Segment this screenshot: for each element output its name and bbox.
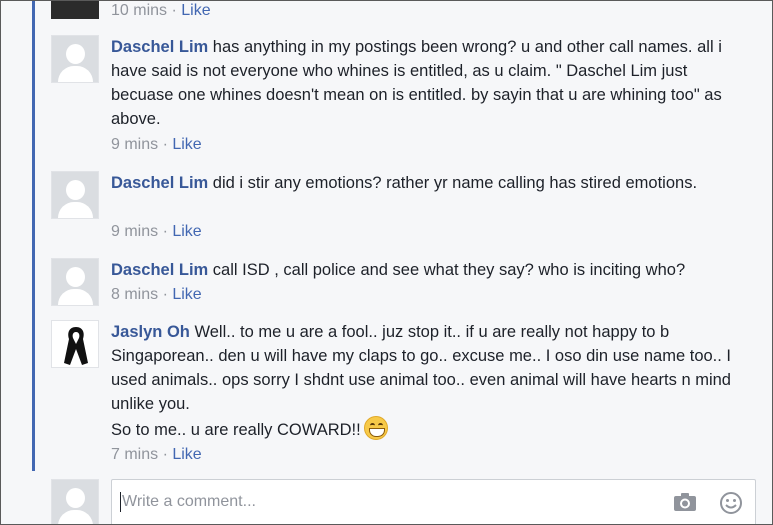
comment-text: Well.. to me u are a fool.. juz stop it.… bbox=[111, 323, 732, 413]
comment-time[interactable]: 7 mins bbox=[111, 446, 158, 463]
comment-time[interactable]: 10 mins bbox=[111, 2, 167, 19]
comment-time[interactable]: 9 mins bbox=[111, 136, 158, 153]
comment-meta: 10 mins · Like bbox=[111, 1, 211, 21]
comment-item: Daschel Lim has anything in my postings … bbox=[51, 35, 751, 160]
comment-item: Daschel Lim did i stir any emotions? rat… bbox=[51, 171, 751, 241]
like-link[interactable]: Like bbox=[181, 2, 210, 19]
comment-body: Daschel Lim call ISD , call police and s… bbox=[111, 258, 751, 282]
comment-item: Daschel Lim call ISD , call police and s… bbox=[51, 258, 751, 308]
comment-meta: 8 mins · Like bbox=[111, 285, 202, 305]
black-ribbon-icon bbox=[64, 327, 88, 365]
like-link[interactable]: Like bbox=[172, 446, 201, 463]
comment-body: Daschel Lim has anything in my postings … bbox=[111, 35, 751, 131]
emoji-icon[interactable] bbox=[719, 491, 743, 515]
meta-separator: · bbox=[158, 136, 173, 153]
comment-author[interactable]: Daschel Lim bbox=[111, 174, 208, 192]
comment-time[interactable]: 9 mins bbox=[111, 223, 158, 240]
like-link[interactable]: Like bbox=[172, 286, 201, 303]
comment-input[interactable]: Write a comment... bbox=[111, 479, 756, 524]
comment-meta: 9 mins · Like bbox=[111, 222, 202, 242]
camera-icon[interactable] bbox=[673, 492, 697, 512]
avatar[interactable] bbox=[51, 258, 99, 306]
comment-body: Jaslyn Oh Well.. to me u are a fool.. ju… bbox=[111, 320, 751, 442]
comment-placeholder: Write a comment... bbox=[122, 493, 256, 510]
avatar[interactable] bbox=[51, 171, 99, 219]
grinning-emoji-icon bbox=[363, 416, 388, 440]
comment-meta: 7 mins · Like bbox=[111, 445, 202, 465]
comment-author[interactable]: Daschel Lim bbox=[111, 38, 208, 56]
my-avatar bbox=[51, 479, 99, 524]
comment-text-line2: So to me.. u are really COWARD!! bbox=[111, 421, 361, 439]
meta-separator: · bbox=[158, 446, 173, 463]
meta-separator: · bbox=[158, 223, 173, 240]
comment-author[interactable]: Jaslyn Oh bbox=[111, 323, 190, 341]
like-link[interactable]: Like bbox=[172, 136, 201, 153]
like-link[interactable]: Like bbox=[172, 223, 201, 240]
comment-meta: 9 mins · Like bbox=[111, 135, 202, 155]
thread-indicator-bar bbox=[32, 1, 35, 471]
meta-separator: · bbox=[167, 2, 182, 19]
comment-body: Daschel Lim did i stir any emotions? rat… bbox=[111, 171, 751, 195]
attachment-thumbnail[interactable] bbox=[51, 1, 99, 19]
avatar[interactable] bbox=[51, 320, 99, 368]
avatar[interactable] bbox=[51, 35, 99, 83]
meta-separator: · bbox=[158, 286, 173, 303]
comment-text: did i stir any emotions? rather yr name … bbox=[208, 174, 698, 192]
comment-item: Jaslyn Oh Well.. to me u are a fool.. ju… bbox=[51, 320, 751, 470]
comment-composer: Write a comment... bbox=[51, 479, 756, 524]
comment-text: call ISD , call police and see what they… bbox=[208, 261, 686, 279]
comment-author[interactable]: Daschel Lim bbox=[111, 261, 208, 279]
comment-time[interactable]: 8 mins bbox=[111, 286, 158, 303]
text-caret bbox=[120, 492, 121, 512]
comment-thread: 10 mins · Like Daschel Lim has anything … bbox=[0, 0, 773, 525]
